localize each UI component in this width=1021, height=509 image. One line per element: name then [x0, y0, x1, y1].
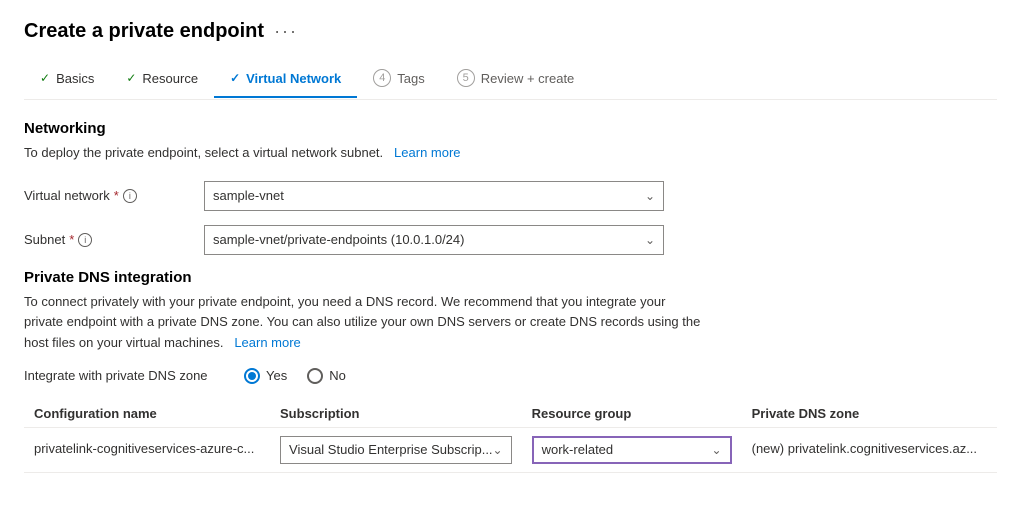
subnet-select[interactable]: sample-vnet/private-endpoints (10.0.1.0/…: [204, 225, 664, 255]
dns-section: Private DNS integration To connect priva…: [24, 269, 997, 473]
dns-table: Configuration name Subscription Resource…: [24, 400, 997, 473]
networking-description: To deploy the private endpoint, select a…: [24, 143, 997, 163]
networking-learn-more-link[interactable]: Learn more: [394, 145, 460, 160]
networking-section-title: Networking: [24, 120, 997, 137]
tab-tags-number: 4: [373, 69, 391, 87]
subnet-info-icon[interactable]: i: [78, 233, 92, 247]
radio-group: Yes No: [244, 368, 346, 384]
tab-basics[interactable]: ✓ Basics: [24, 63, 110, 98]
integrate-dns-row: Integrate with private DNS zone Yes No: [24, 368, 997, 384]
tab-vnet-label: Virtual Network: [246, 71, 341, 86]
cell-config: privatelink-cognitiveservices-azure-c...: [24, 427, 270, 472]
col-header-subscription: Subscription: [270, 400, 522, 428]
table-row: privatelink-cognitiveservices-azure-c...…: [24, 427, 997, 472]
tab-resource-label: Resource: [142, 71, 198, 86]
subnet-required-star: *: [69, 232, 74, 247]
tab-basics-label: Basics: [56, 71, 94, 86]
virtual-network-row: Virtual network * i sample-vnet ⌄: [24, 181, 997, 211]
dns-learn-more-link[interactable]: Learn more: [234, 335, 300, 350]
tabs-bar: ✓ Basics ✓ Resource ✓ Virtual Network 4 …: [24, 61, 997, 100]
networking-desc-text: To deploy the private endpoint, select a…: [24, 145, 383, 160]
content-area: Networking To deploy the private endpoin…: [24, 100, 997, 473]
col-header-resource-group: Resource group: [522, 400, 742, 428]
virtual-network-select[interactable]: sample-vnet ⌄: [204, 181, 664, 211]
tab-vnet-check: ✓: [230, 71, 240, 85]
subnet-label: Subnet * i: [24, 232, 204, 247]
radio-no[interactable]: No: [307, 368, 346, 384]
subscription-value: Visual Studio Enterprise Subscrip...: [289, 442, 493, 457]
config-value: privatelink-cognitiveservices-azure-c...: [34, 441, 254, 456]
dns-description: To connect privately with your private e…: [24, 292, 704, 354]
cell-dns-zone: (new) privatelink.cognitiveservices.az..…: [742, 427, 997, 472]
dns-section-title: Private DNS integration: [24, 269, 997, 286]
resource-group-select[interactable]: work-related ⌄: [532, 436, 732, 464]
page-container: Create a private endpoint ··· ✓ Basics ✓…: [0, 0, 1021, 509]
cell-subscription: Visual Studio Enterprise Subscrip... ⌄: [270, 427, 522, 472]
tab-resource-check: ✓: [126, 71, 136, 85]
subscription-chevron: ⌄: [493, 443, 503, 457]
dns-zone-value: (new) privatelink.cognitiveservices.az..…: [752, 441, 977, 456]
radio-yes-label: Yes: [266, 368, 287, 383]
vnet-chevron-icon: ⌄: [645, 189, 655, 203]
subnet-value: sample-vnet/private-endpoints (10.0.1.0/…: [213, 232, 464, 247]
integrate-dns-label: Integrate with private DNS zone: [24, 368, 244, 383]
tab-resource[interactable]: ✓ Resource: [110, 63, 214, 98]
page-title: Create a private endpoint: [24, 20, 264, 43]
more-options-icon[interactable]: ···: [274, 21, 298, 42]
radio-no-circle[interactable]: [307, 368, 323, 384]
tab-tags-label: Tags: [397, 71, 424, 86]
subnet-row: Subnet * i sample-vnet/private-endpoints…: [24, 225, 997, 255]
tab-tags[interactable]: 4 Tags: [357, 61, 440, 99]
radio-no-label: No: [329, 368, 346, 383]
virtual-network-value: sample-vnet: [213, 188, 284, 203]
radio-yes[interactable]: Yes: [244, 368, 287, 384]
tab-review-label: Review + create: [481, 71, 575, 86]
col-header-config: Configuration name: [24, 400, 270, 428]
radio-yes-circle[interactable]: [244, 368, 260, 384]
vnet-required-star: *: [114, 188, 119, 203]
title-row: Create a private endpoint ···: [24, 20, 997, 43]
subnet-chevron-icon: ⌄: [645, 233, 655, 247]
tab-virtual-network[interactable]: ✓ Virtual Network: [214, 63, 357, 98]
cell-resource-group: work-related ⌄: [522, 427, 742, 472]
tab-review-number: 5: [457, 69, 475, 87]
tab-basics-check: ✓: [40, 71, 50, 85]
tab-review-create[interactable]: 5 Review + create: [441, 61, 591, 99]
vnet-info-icon[interactable]: i: [123, 189, 137, 203]
subscription-select[interactable]: Visual Studio Enterprise Subscrip... ⌄: [280, 436, 512, 464]
dns-table-header-row: Configuration name Subscription Resource…: [24, 400, 997, 428]
resource-group-value: work-related: [542, 442, 614, 457]
col-header-dns-zone: Private DNS zone: [742, 400, 997, 428]
virtual-network-label: Virtual network * i: [24, 188, 204, 203]
resource-group-chevron: ⌄: [712, 443, 722, 457]
